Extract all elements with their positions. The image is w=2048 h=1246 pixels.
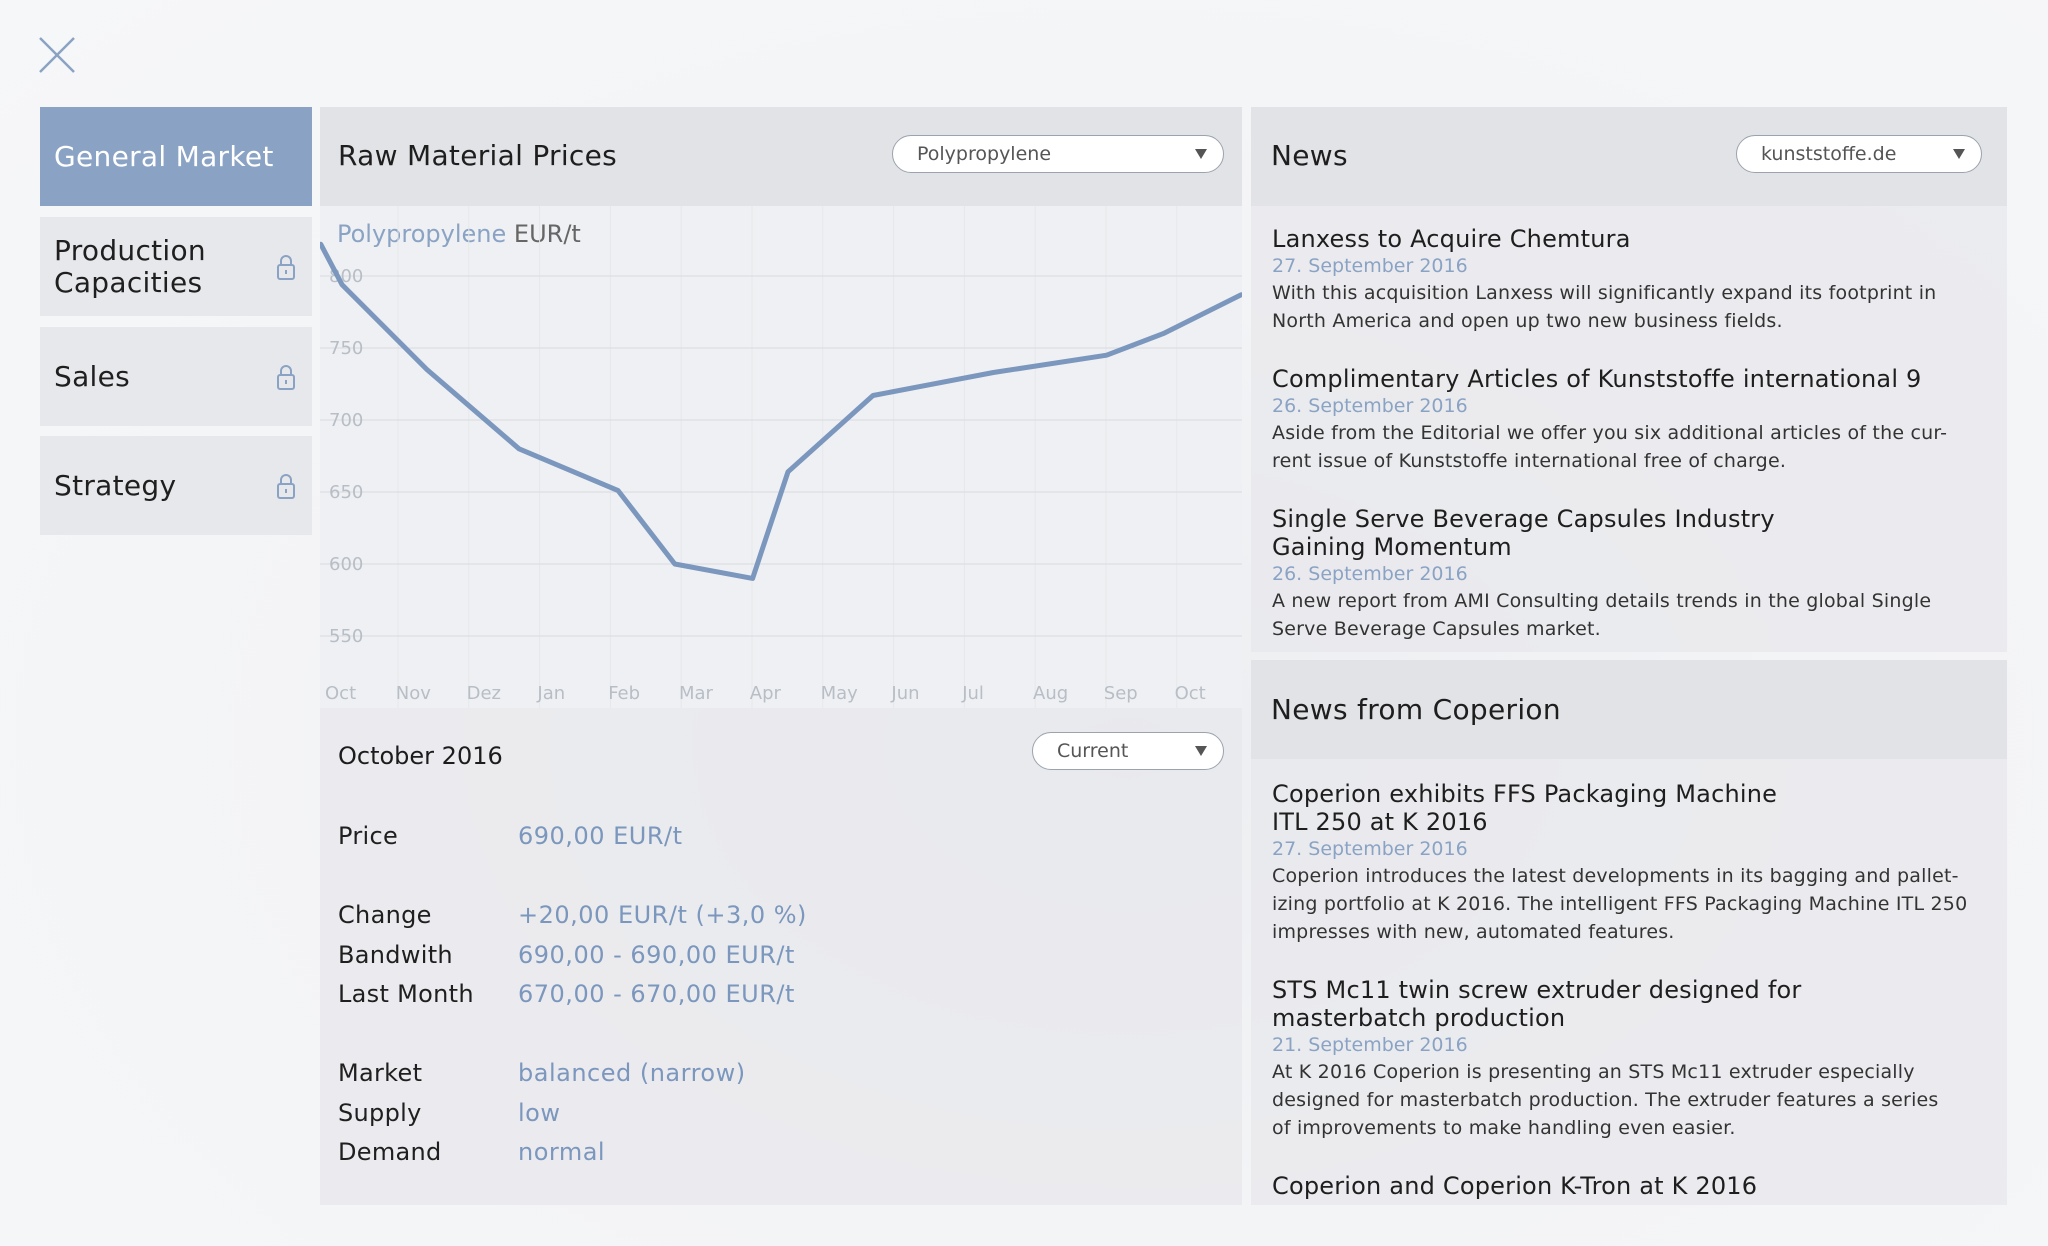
news-item[interactable]: Single Serve Beverage Capsules Industry G…: [1272, 505, 1992, 643]
news-title[interactable]: STS Mc11 twin screw extruder designed fo…: [1272, 976, 1992, 1004]
news-header: News kunststoffe.de: [1251, 107, 2007, 206]
close-icon: [39, 37, 75, 73]
sidebar-item-general-market[interactable]: General Market: [40, 107, 312, 206]
news-title[interactable]: Gaining Momentum: [1272, 533, 1992, 561]
x-tick-label: Feb: [608, 683, 640, 704]
news-summary: rent issue of Kunststoffe international …: [1272, 450, 1787, 472]
x-tick-label: Oct: [325, 683, 356, 704]
detail-value: 690,00 - 690,00 EUR/t: [518, 940, 795, 969]
news-item[interactable]: Coperion and Coperion K-Tron at K 2016: [1272, 1172, 1992, 1200]
x-tick-label: Dez: [467, 683, 501, 704]
detail-value: 690,00 EUR/t: [518, 822, 683, 850]
lock-icon: [277, 473, 295, 499]
detail-value: 670,00 - 670,00 EUR/t: [518, 980, 795, 1008]
news-summary: At K 2016 Coperion is presenting an STS …: [1272, 1061, 1915, 1083]
news-title[interactable]: Complimentary Articles of Kunststoffe in…: [1272, 365, 1992, 393]
panel-title: News: [1271, 139, 1348, 172]
period-label: October 2016: [338, 742, 503, 770]
detail-value: low: [518, 1098, 561, 1127]
chart-area: Polypropylene EUR/t 800 750 700 650 600 550 Oc…: [320, 206, 1242, 708]
x-tick-label: Mar: [679, 683, 714, 704]
news-title[interactable]: Coperion exhibits FFS Packaging Machine: [1272, 780, 1992, 808]
detail-label: Supply: [338, 1098, 422, 1127]
y-tick-label: 650: [329, 482, 363, 503]
chevron-down-icon: [1195, 746, 1207, 756]
panel-title: Raw Material Prices: [338, 139, 618, 172]
news-summary: of improvements to make handling even ea…: [1272, 1117, 1736, 1139]
news-summary: impresses with new, automated features.: [1272, 921, 1675, 943]
x-tick-label: Apr: [750, 683, 782, 704]
news-title[interactable]: masterbatch production: [1272, 1004, 1992, 1032]
material-dropdown[interactable]: Polypropylene: [892, 135, 1224, 173]
x-tick-label: Jan: [536, 683, 565, 704]
x-tick-label: Oct: [1175, 683, 1206, 704]
sidebar-item-label: Strategy: [54, 468, 177, 502]
news-item[interactable]: Coperion exhibits FFS Packaging Machine I…: [1272, 780, 1992, 946]
x-tick-label: Jul: [961, 683, 984, 704]
x-tick-label: Jun: [890, 683, 919, 704]
sidebar-item-label: Sales: [54, 359, 131, 393]
y-tick-label: 750: [329, 338, 363, 359]
news-summary: A new report from AMI Consulting details…: [1272, 590, 1932, 612]
news-date: 26. September 2016: [1272, 563, 1468, 585]
period-dropdown[interactable]: Current: [1032, 732, 1224, 770]
detail-label: Price: [338, 822, 399, 850]
news-source-dropdown[interactable]: kunststoffe.de: [1736, 135, 1982, 173]
detail-value: +20,00 EUR/t (+3,0 %): [518, 901, 807, 929]
chevron-down-icon: [1195, 149, 1207, 159]
raw-material-header: Raw Material Prices Polypropylene: [320, 107, 1242, 206]
x-tick-label: May: [821, 683, 859, 704]
sidebar-item-strategy[interactable]: Strategy: [40, 436, 312, 535]
news-title[interactable]: Lanxess to Acquire Chemtura: [1272, 225, 1992, 253]
news-summary: North America and open up two new busine…: [1272, 310, 1783, 332]
dropdown-value: Current: [1057, 740, 1129, 762]
sidebar-item-production-capacities[interactable]: Production Capacities: [40, 217, 312, 316]
news-date: 26. September 2016: [1272, 395, 1468, 417]
news-date: 27. September 2016: [1272, 838, 1468, 860]
detail-label: Bandwith: [338, 940, 453, 969]
news-title[interactable]: Single Serve Beverage Capsules Industry: [1272, 505, 1992, 533]
sidebar-item-label: Production Capacities: [54, 233, 206, 299]
news-title[interactable]: Coperion and Coperion K-Tron at K 2016: [1272, 1172, 1992, 1200]
sidebar-item-label: General Market: [54, 139, 274, 173]
news-summary: Aside from the Editorial we offer you si…: [1272, 422, 1948, 444]
detail-label: Market: [338, 1059, 423, 1087]
y-tick-label: 700: [329, 410, 363, 431]
detail-value: balanced (narrow): [518, 1059, 746, 1087]
detail-value: normal: [518, 1138, 606, 1166]
news-title[interactable]: ITL 250 at K 2016: [1272, 808, 1992, 836]
y-tick-label: 600: [329, 554, 363, 575]
x-tick-label: Aug: [1033, 683, 1068, 704]
news-summary: izing portfolio at K 2016. The intellige…: [1272, 893, 1968, 915]
x-tick-label: Sep: [1104, 683, 1138, 704]
y-tick-label: 550: [329, 626, 363, 647]
chevron-down-icon: [1953, 149, 1965, 159]
dropdown-value: kunststoffe.de: [1761, 143, 1897, 165]
detail-label: Last Month: [338, 980, 474, 1008]
sidebar-item-sales[interactable]: Sales: [40, 327, 312, 426]
panel-title: News from Coperion: [1271, 693, 1561, 726]
coperion-news-header: News from Coperion: [1251, 660, 2007, 759]
news-item[interactable]: Complimentary Articles of Kunststoffe in…: [1272, 365, 1992, 475]
price-line-chart: 800750700650600550Oct Nov Dez Jan Feb Mar Apr M…: [320, 206, 1242, 708]
lock-icon: [277, 254, 295, 280]
news-summary: Serve Beverage Capsules market.: [1272, 618, 1601, 640]
x-tick-label: Nov: [396, 683, 431, 704]
close-button[interactable]: [38, 36, 76, 74]
news-date: 27. September 2016: [1272, 255, 1468, 277]
lock-icon: [277, 364, 295, 390]
news-date: 21. September 2016: [1272, 1034, 1468, 1056]
detail-label: Change: [338, 901, 432, 929]
news-summary: With this acquisition Lanxess will signi…: [1272, 282, 1937, 304]
news-item[interactable]: Lanxess to Acquire Chemtura 27. September…: [1272, 225, 1992, 335]
news-summary: designed for masterbatch production. The…: [1272, 1089, 1939, 1111]
news-item[interactable]: STS Mc11 twin screw extruder designed fo…: [1272, 976, 1992, 1142]
detail-label: Demand: [338, 1138, 442, 1166]
series-line: [320, 241, 1242, 581]
news-summary: Coperion introduces the latest developme…: [1272, 865, 1959, 887]
dropdown-value: Polypropylene: [917, 143, 1052, 165]
